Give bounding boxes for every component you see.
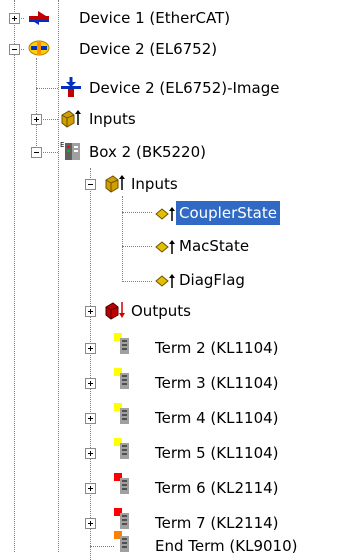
tree-item-term5[interactable]: Term 5 (KL1104): [152, 441, 282, 465]
tree-line: [122, 212, 152, 213]
tree-item-box2[interactable]: Box 2 (BK5220): [86, 140, 209, 164]
tree-line: [122, 196, 123, 282]
tree-item-device2-image[interactable]: Device 2 (EL6752)-Image: [86, 76, 282, 100]
tree-item-coupler-state[interactable]: CouplerState: [176, 201, 280, 225]
expand-term5-button[interactable]: [85, 448, 96, 459]
tree-item-term2[interactable]: Term 2 (KL1104): [152, 336, 282, 360]
tree-item-term3[interactable]: Term 3 (KL1104): [152, 371, 282, 395]
bus-coupler-icon: E: [60, 141, 80, 160]
tree-item-term4[interactable]: Term 4 (KL1104): [152, 406, 282, 430]
tree-item-box-inputs[interactable]: Inputs: [128, 172, 181, 196]
expand-outputs-button[interactable]: [85, 306, 96, 317]
expand-term6-button[interactable]: [85, 483, 96, 494]
expand-term2-button[interactable]: [85, 343, 96, 354]
output-terminal-icon: [114, 473, 129, 494]
inputs-folder-icon: [105, 175, 125, 193]
collapse-device2-button[interactable]: [9, 44, 20, 55]
input-terminal-icon: [114, 368, 129, 389]
end-terminal-icon: [114, 531, 129, 552]
tree-line: [36, 58, 37, 152]
tree-item-inputs[interactable]: Inputs: [86, 107, 139, 131]
input-variable-icon: [155, 207, 175, 221]
output-terminal-icon: [114, 508, 129, 529]
tree-line: [36, 88, 58, 89]
tree-line: [58, 0, 59, 552]
ethercat-device-icon: [29, 11, 49, 25]
expand-term3-button[interactable]: [85, 378, 96, 389]
expand-device1-button[interactable]: [9, 13, 20, 24]
input-variable-icon: [155, 274, 175, 288]
outputs-folder-icon: [105, 302, 125, 320]
input-variable-icon: [155, 240, 175, 254]
tree-item-mac-state[interactable]: MacState: [176, 234, 252, 258]
device-image-icon: [61, 77, 81, 97]
input-terminal-icon: [114, 403, 129, 424]
tree-item-term7[interactable]: Term 7 (KL2114): [152, 511, 282, 535]
tree-line: [14, 0, 15, 552]
collapse-box-inputs-button[interactable]: [85, 179, 96, 190]
expand-inputs-button[interactable]: [31, 114, 42, 125]
tree-item-device2[interactable]: Device 2 (EL6752): [76, 37, 220, 61]
collapse-box2-button[interactable]: [31, 147, 42, 158]
canopen-device-icon: [28, 40, 50, 56]
tree-line: [122, 246, 152, 247]
input-terminal-icon: [114, 438, 129, 459]
tree-item-end-term[interactable]: End Term (KL9010): [152, 534, 300, 558]
inputs-folder-icon: [61, 110, 81, 128]
expand-term4-button[interactable]: [85, 413, 96, 424]
tree-item-outputs[interactable]: Outputs: [128, 299, 194, 323]
svg-text:E: E: [60, 141, 64, 149]
expand-term7-button[interactable]: [85, 518, 96, 529]
tree-line: [122, 281, 152, 282]
io-tree: Device 1 (EtherCAT) Device 2 (EL6752) De…: [0, 0, 362, 560]
tree-item-diag-flag[interactable]: DiagFlag: [176, 268, 248, 292]
tree-line: [90, 546, 114, 547]
tree-item-device1[interactable]: Device 1 (EtherCAT): [76, 6, 233, 30]
tree-line: [90, 168, 91, 560]
tree-item-term6[interactable]: Term 6 (KL2114): [152, 476, 282, 500]
input-terminal-icon: [114, 333, 129, 354]
